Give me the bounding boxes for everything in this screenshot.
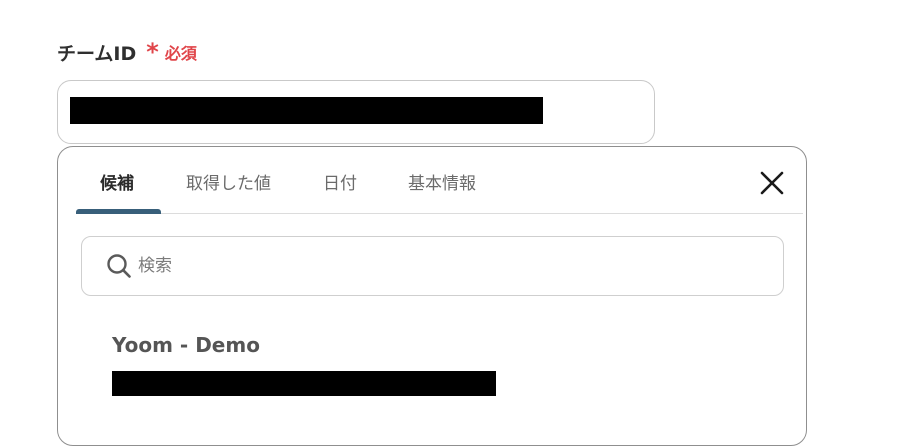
tab-bar: 候補 取得した値 日付 基本情報 <box>76 147 803 214</box>
active-tab-indicator <box>76 209 161 214</box>
search-box[interactable] <box>81 236 784 296</box>
tab-date[interactable]: 日付 <box>323 169 357 194</box>
option-title: Yoom - Demo <box>112 333 260 357</box>
close-icon <box>760 171 784 195</box>
redacted-value <box>70 97 543 124</box>
required-text: 必須 <box>164 44 197 63</box>
tab-candidates[interactable]: 候補 <box>100 169 134 194</box>
tab-basic-info[interactable]: 基本情報 <box>408 169 476 194</box>
tab-fetched-values[interactable]: 取得した値 <box>186 169 271 194</box>
redacted-option-id <box>112 371 496 396</box>
search-icon <box>107 254 131 278</box>
search-input[interactable] <box>138 251 758 281</box>
team-id-input[interactable] <box>57 80 655 144</box>
required-asterisk: * <box>146 38 159 66</box>
value-picker-popover: 候補 取得した値 日付 基本情報 Yoom - Demo <box>57 146 807 446</box>
field-label-text: チームID <box>57 42 137 65</box>
list-item[interactable]: Yoom - Demo <box>112 333 762 403</box>
team-id-label: チームID * 必須 <box>57 38 197 66</box>
close-button[interactable] <box>758 169 786 197</box>
